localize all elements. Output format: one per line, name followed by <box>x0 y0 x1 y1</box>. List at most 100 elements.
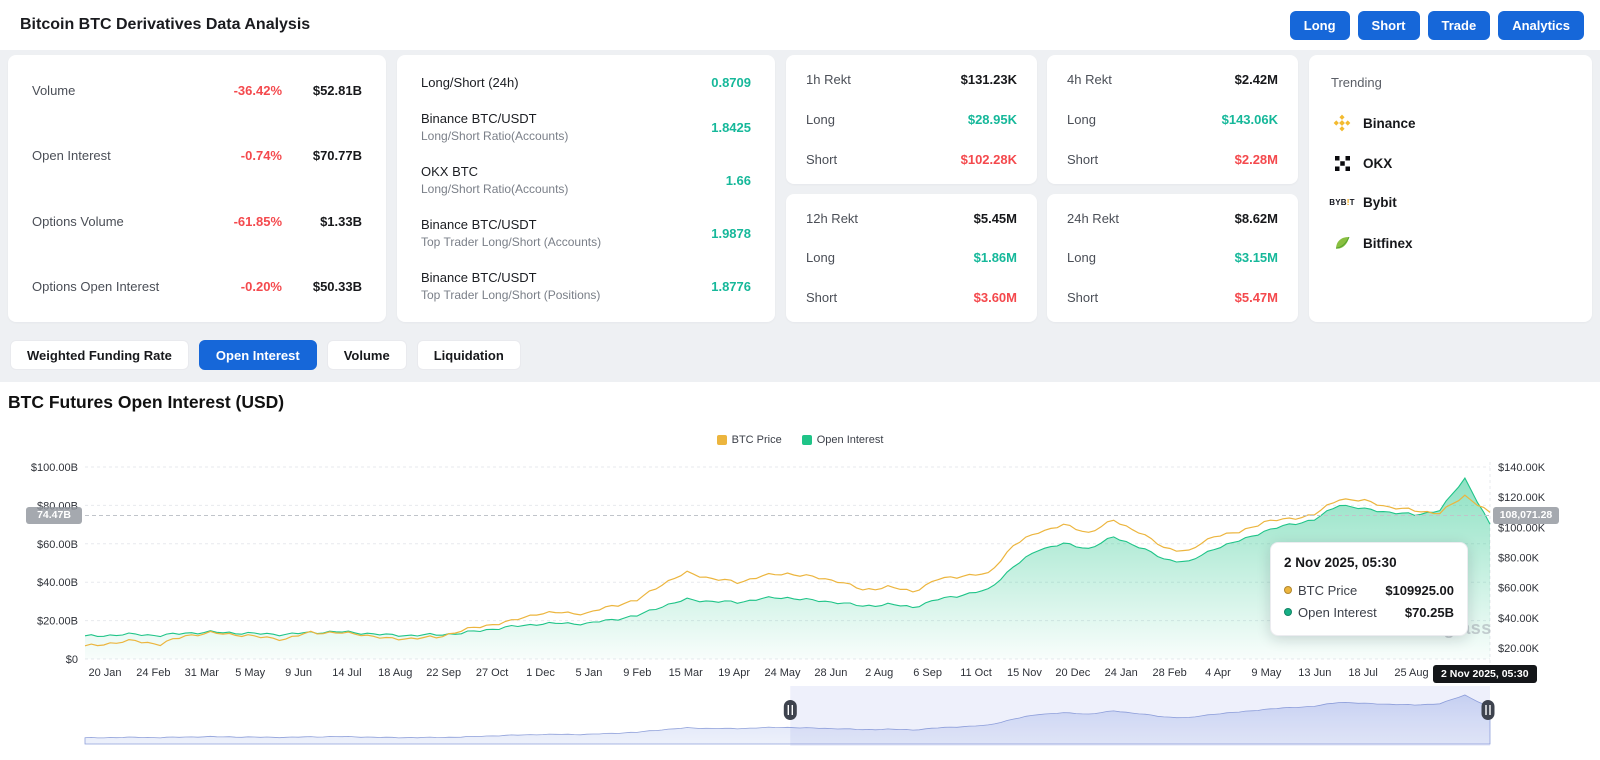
svg-text:31 Mar: 31 Mar <box>185 667 220 679</box>
svg-text:25 Aug: 25 Aug <box>1394 667 1428 679</box>
rekt-short-row: Short $2.28M <box>1067 152 1278 167</box>
svg-text:$120.00K: $120.00K <box>1498 492 1546 504</box>
svg-text:5 May: 5 May <box>235 667 265 679</box>
rekt-short-label: Short <box>1067 151 1099 167</box>
ls-sub-label: Top Trader Long/Short (Positions) <box>421 288 601 302</box>
rekt-short-value: $5.47M <box>1234 290 1278 305</box>
svg-text:$140.00K: $140.00K <box>1498 462 1546 474</box>
stats-value: $1.33B <box>320 213 362 229</box>
tooltip-date: 2 Nov 2025, 05:30 <box>1284 555 1397 570</box>
rekt-total-row: 12h Rekt $5.45M <box>806 211 1017 226</box>
svg-text:9 Feb: 9 Feb <box>623 667 651 679</box>
tab-liquidation[interactable]: Liquidation <box>416 340 521 370</box>
ls-row-4: Binance BTC/USDT Top Trader Long/Short (P… <box>421 270 751 302</box>
rekt-total-row: 4h Rekt $2.42M <box>1067 72 1278 87</box>
legend-item-btc-price[interactable]: BTC Price <box>716 434 782 446</box>
ls-value: 1.9878 <box>711 225 751 241</box>
ls-main-label: Binance BTC/USDT <box>421 270 537 285</box>
svg-text:13 Jun: 13 Jun <box>1298 667 1331 679</box>
svg-text:11 Oct: 11 Oct <box>960 667 992 679</box>
ls-sub-label: Top Trader Long/Short (Accounts) <box>421 235 602 249</box>
tooltip-row-open-interest: Open Interest $70.25B <box>1284 601 1454 623</box>
rekt-card-24h-rekt: 24h Rekt $8.62M Long $3.15M Short $5.47M <box>1047 193 1298 322</box>
rekt-total-row: 24h Rekt $8.62M <box>1067 211 1278 226</box>
ls-row-1: Binance BTC/USDT Long/Short Ratio(Account… <box>421 111 751 143</box>
okx-icon <box>1334 156 1350 171</box>
trending-item-binance[interactable]: Binance <box>1331 114 1570 132</box>
analytics-button[interactable]: Analytics <box>1498 10 1584 40</box>
trending-item-bitfinex[interactable]: Bitfinex <box>1331 234 1570 252</box>
svg-text:$100.00B: $100.00B <box>31 462 78 474</box>
rekt-short-row: Short $5.47M <box>1067 290 1278 305</box>
ls-main-label: Binance BTC/USDT <box>421 217 537 232</box>
rekt-short-label: Short <box>806 151 838 167</box>
trending-item-okx[interactable]: OKX <box>1331 156 1570 171</box>
navigator-right-handle[interactable] <box>1481 700 1495 720</box>
ls-labels: Long/Short (24h) <box>421 75 711 90</box>
tab-weighted-funding-rate[interactable]: Weighted Funding Rate <box>10 340 189 370</box>
svg-text:$100.00K: $100.00K <box>1498 522 1546 534</box>
svg-text:4 Apr: 4 Apr <box>1205 667 1231 679</box>
rekt-long-value: $143.06K <box>1221 111 1278 127</box>
bybit-icon-wrap: BYB!T <box>1329 198 1354 207</box>
svg-text:24 May: 24 May <box>764 667 801 679</box>
bitfinex-icon <box>1335 236 1350 249</box>
rekt-short-value: $102.28K <box>960 151 1017 167</box>
ls-sub-label: Long/Short Ratio(Accounts) <box>421 129 569 143</box>
rekt-long-label: Long <box>806 111 835 127</box>
short-button[interactable]: Short <box>1357 10 1420 40</box>
svg-text:20 Dec: 20 Dec <box>1055 667 1090 679</box>
ls-main-label: Binance BTC/USDT <box>421 111 537 126</box>
legend-item-open-interest[interactable]: Open Interest <box>801 433 884 446</box>
trending-item-bybit[interactable]: BYB!T Bybit <box>1329 195 1570 210</box>
rekt-title: 24h Rekt <box>1067 210 1120 226</box>
stats-value: $50.33B <box>312 278 362 294</box>
crosshair-date-badge: 2 Nov 2025, 05:30 <box>1433 665 1537 683</box>
svg-text:24 Jan: 24 Jan <box>1105 667 1138 679</box>
tooltip-row-btc-price: BTC Price $109925.00 <box>1284 579 1454 601</box>
svg-text:$60.00K: $60.00K <box>1498 583 1540 595</box>
svg-text:14 Jul: 14 Jul <box>332 667 361 679</box>
tab-volume[interactable]: Volume <box>326 340 407 370</box>
stats-value: $70.77B <box>312 148 362 164</box>
svg-text:2 Aug: 2 Aug <box>865 667 893 679</box>
ls-labels: Binance BTC/USDT Long/Short Ratio(Account… <box>421 111 711 143</box>
chart-tabs: Weighted Funding Rate Open Interest Volume… <box>10 340 1600 370</box>
rekt-title: 4h Rekt <box>1067 72 1112 87</box>
navigator-window[interactable] <box>790 686 1490 746</box>
ls-value: 0.8709 <box>711 75 751 90</box>
ls-main-label: Long/Short (24h) <box>421 75 519 90</box>
legend-label: Open Interest <box>816 433 884 446</box>
svg-text:$80.00K: $80.00K <box>1498 553 1540 565</box>
long-button[interactable]: Long <box>1289 10 1350 40</box>
stats-row-open-interest: Open Interest -0.74% $70.77B <box>32 148 362 163</box>
rekt-long-label: Long <box>806 250 835 266</box>
chart-legend: BTC Price Open Interest <box>0 433 1600 446</box>
rekt-long-row: Long $28.95K <box>806 112 1017 127</box>
header-actions: Long Short Trade Analytics <box>1282 10 1584 40</box>
ls-labels: Binance BTC/USDT Top Trader Long/Short (P… <box>421 270 711 302</box>
legend-swatch-btc-price <box>716 434 727 445</box>
ls-labels: OKX BTC Long/Short Ratio(Accounts) <box>421 164 726 196</box>
stats-row-options-open-interest: Options Open Interest -0.20% $50.33B <box>32 279 362 294</box>
rekt-long-value: $1.86M <box>973 250 1017 266</box>
rekt-short-value: $2.28M <box>1234 151 1278 167</box>
navigator-left-handle[interactable] <box>783 700 797 720</box>
svg-text:$20.00B: $20.00B <box>37 616 78 628</box>
svg-text:1 Dec: 1 Dec <box>526 667 555 679</box>
page: { "palette": {"accent": "#1667d9", "red"… <box>0 0 1600 760</box>
ls-labels: Binance BTC/USDT Top Trader Long/Short (A… <box>421 217 711 249</box>
ls-value: 1.8776 <box>711 278 751 294</box>
rekt-long-row: Long $3.15M <box>1067 250 1278 265</box>
chart-area[interactable]: $100.00B$80.00B$60.00B$40.00B$20.00B$0$1… <box>0 452 1600 752</box>
tooltip-dot <box>1284 586 1292 594</box>
svg-text:18 Aug: 18 Aug <box>378 667 412 679</box>
rekt-long-row: Long $1.86M <box>806 250 1017 265</box>
left-axis-current-badge: 74.47B <box>26 507 82 524</box>
trending-items: Binance OKX BYB!T Bybit Bitfinex <box>1329 114 1570 252</box>
tooltip-value: $109925.00 <box>1385 582 1454 598</box>
stats-change: -36.42% <box>233 83 282 98</box>
trade-button[interactable]: Trade <box>1427 10 1491 40</box>
tab-open-interest[interactable]: Open Interest <box>198 340 317 370</box>
summary-cards: Volume -36.42% $52.81B Open Interest -0.74% $… <box>8 55 1592 322</box>
